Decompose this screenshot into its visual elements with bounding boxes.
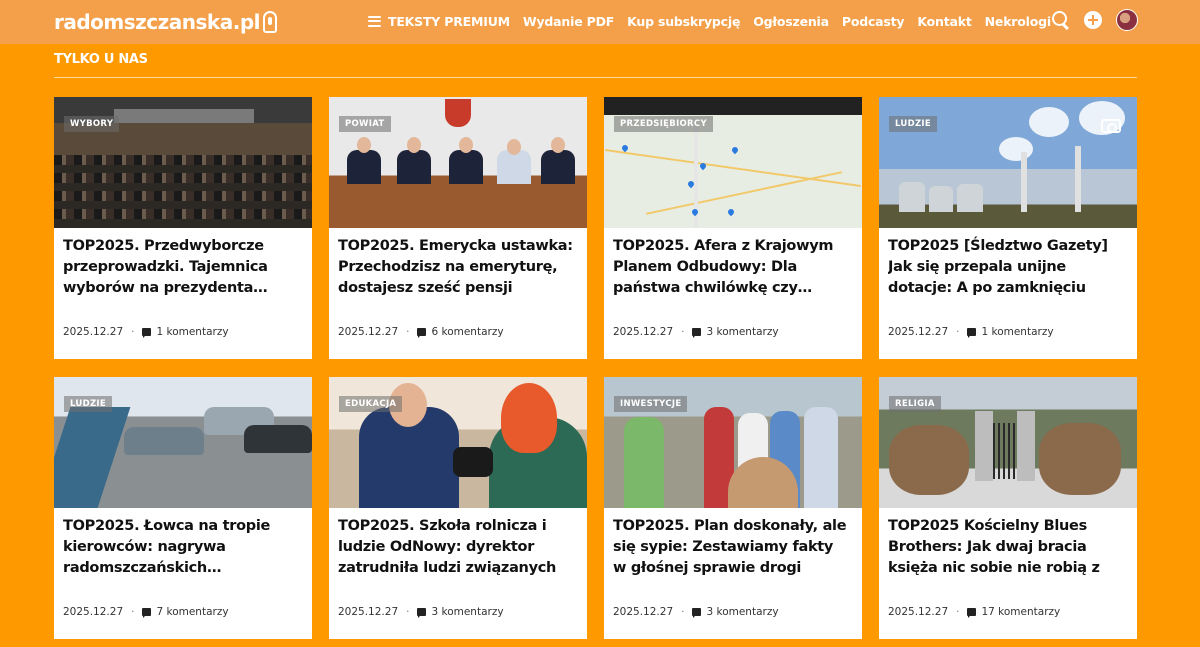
separator: · [956, 606, 960, 618]
category-badge[interactable]: WYBORY [64, 116, 120, 132]
article-title[interactable]: TOP2025. Szkoła rolnicza i ludzie OdNowy… [338, 516, 575, 579]
comment-count[interactable]: 3 komentarzy [431, 606, 503, 618]
article-thumbnail[interactable]: RELIGIA [879, 377, 1137, 508]
comment-icon [967, 608, 977, 618]
article-meta: 2025.12.27 · 3 komentarzy [613, 326, 779, 338]
separator: · [681, 606, 685, 618]
article-title[interactable]: TOP2025. Afera z Krajowym Planem Odbudow… [613, 236, 850, 299]
article-title[interactable]: TOP2025. Łowca na tropie kierowców: nagr… [63, 516, 300, 579]
article-title[interactable]: TOP2025 [Śledztwo Gazety] Jak się przepa… [888, 236, 1125, 299]
article-meta: 2025.12.27 · 17 komentarzy [888, 606, 1060, 618]
category-badge[interactable]: LUDZIE [889, 116, 938, 132]
article-date: 2025.12.27 [613, 326, 674, 338]
article-card[interactable]: RELIGIA TOP2025 Kościelny Blues Brothers… [879, 377, 1137, 639]
nav-item-ogloszenia[interactable]: Ogłoszenia [753, 14, 829, 29]
article-thumbnail[interactable]: EDUKACJA [329, 377, 587, 508]
nav-item-nekrologi[interactable]: Nekrologi [985, 14, 1052, 29]
main-nav: TEKSTY PREMIUM Wydanie PDF Kup subskrypc… [368, 10, 1051, 32]
header-actions [1052, 9, 1138, 31]
article-grid: WYBORY TOP2025. Przedwyborcze przeprowad… [54, 97, 1137, 639]
article-card[interactable]: POWIAT TOP2025. Emerycka ustawka: Przech… [329, 97, 587, 359]
article-date: 2025.12.27 [338, 606, 399, 618]
comment-icon [967, 328, 977, 338]
article-date: 2025.12.27 [613, 606, 674, 618]
article-meta: 2025.12.27 · 7 komentarzy [63, 606, 229, 618]
article-thumbnail[interactable]: WYBORY [54, 97, 312, 228]
add-icon[interactable] [1084, 11, 1102, 29]
category-badge[interactable]: POWIAT [339, 116, 391, 132]
article-card[interactable]: EDUKACJA TOP2025. Szkoła rolnicza i ludz… [329, 377, 587, 639]
comment-count[interactable]: 1 komentarzy [981, 326, 1053, 338]
separator: · [131, 606, 135, 618]
article-thumbnail[interactable]: LUDZIE [54, 377, 312, 508]
category-badge[interactable]: INWESTYCJE [614, 396, 688, 412]
microphone-icon [263, 11, 278, 33]
article-thumbnail[interactable]: INWESTYCJE [604, 377, 862, 508]
article-card[interactable]: INWESTYCJE TOP2025. Plan doskonały, ale … [604, 377, 862, 639]
comment-count[interactable]: 3 komentarzy [706, 606, 778, 618]
nav-item-podcasty[interactable]: Podcasty [842, 14, 905, 29]
top-bar: radomszczanska .pl TEKSTY PREMIUM Wydanie… [0, 0, 1200, 44]
logo-text: radomszczanska [54, 10, 233, 34]
category-badge[interactable]: PRZEDSIĘBIORCY [614, 116, 713, 132]
category-badge[interactable]: EDUKACJA [339, 396, 403, 412]
article-meta: 2025.12.27 · 3 komentarzy [613, 606, 779, 618]
section-divider [54, 77, 1137, 78]
separator: · [406, 326, 410, 338]
article-card[interactable]: PRZEDSIĘBIORCY TOP2025. Afera z Krajowym… [604, 97, 862, 359]
comment-icon [417, 328, 427, 338]
article-date: 2025.12.27 [888, 606, 949, 618]
comment-count[interactable]: 3 komentarzy [706, 326, 778, 338]
article-meta: 2025.12.27 · 6 komentarzy [338, 326, 504, 338]
comment-count[interactable]: 6 komentarzy [431, 326, 503, 338]
comment-icon [692, 608, 702, 618]
comment-count[interactable]: 7 komentarzy [156, 606, 228, 618]
category-badge[interactable]: LUDZIE [64, 396, 113, 412]
nav-item-kontakt[interactable]: Kontakt [917, 14, 971, 29]
article-thumbnail[interactable]: LUDZIE [879, 97, 1137, 228]
article-date: 2025.12.27 [63, 606, 124, 618]
article-thumbnail[interactable]: PRZEDSIĘBIORCY [604, 97, 862, 228]
logo-suffix: .pl [232, 10, 261, 34]
menu-icon[interactable] [368, 15, 381, 27]
section-title: TYLKO U NAS [54, 52, 148, 67]
nav-item-wydanie-pdf[interactable]: Wydanie PDF [523, 14, 614, 29]
comment-icon [142, 328, 152, 338]
comment-count[interactable]: 1 komentarzy [156, 326, 228, 338]
search-icon[interactable] [1052, 11, 1070, 29]
nav-item-teksty-premium[interactable]: TEKSTY PREMIUM [388, 14, 510, 29]
article-date: 2025.12.27 [338, 326, 399, 338]
article-meta: 2025.12.27 · 3 komentarzy [338, 606, 504, 618]
separator: · [681, 326, 685, 338]
article-meta: 2025.12.27 · 1 komentarzy [888, 326, 1054, 338]
article-title[interactable]: TOP2025 Kościelny Blues Brothers: Jak dw… [888, 516, 1125, 579]
camera-icon [1101, 119, 1121, 133]
article-card[interactable]: LUDZIE TOP2025 [Śledztwo Gazety] Jak się… [879, 97, 1137, 359]
comment-icon [142, 608, 152, 618]
article-meta: 2025.12.27 · 1 komentarzy [63, 326, 229, 338]
category-badge[interactable]: RELIGIA [889, 396, 941, 412]
article-card[interactable]: LUDZIE TOP2025. Łowca na tropie kierowcó… [54, 377, 312, 639]
article-date: 2025.12.27 [63, 326, 124, 338]
comment-icon [692, 328, 702, 338]
article-title[interactable]: TOP2025. Emerycka ustawka: Przechodzisz … [338, 236, 575, 299]
site-logo[interactable]: radomszczanska .pl [54, 8, 278, 36]
comment-icon [417, 608, 427, 618]
user-avatar[interactable] [1116, 9, 1138, 31]
article-card[interactable]: WYBORY TOP2025. Przedwyborcze przeprowad… [54, 97, 312, 359]
separator: · [131, 326, 135, 338]
article-title[interactable]: TOP2025. Plan doskonały, ale się sypie: … [613, 516, 850, 579]
article-thumbnail[interactable]: POWIAT [329, 97, 587, 228]
comment-count[interactable]: 17 komentarzy [981, 606, 1060, 618]
article-date: 2025.12.27 [888, 326, 949, 338]
article-title[interactable]: TOP2025. Przedwyborcze przeprowadzki. Ta… [63, 236, 300, 299]
nav-item-kup-subskrypcje[interactable]: Kup subskrypcję [627, 14, 740, 29]
separator: · [406, 606, 410, 618]
separator: · [956, 326, 960, 338]
